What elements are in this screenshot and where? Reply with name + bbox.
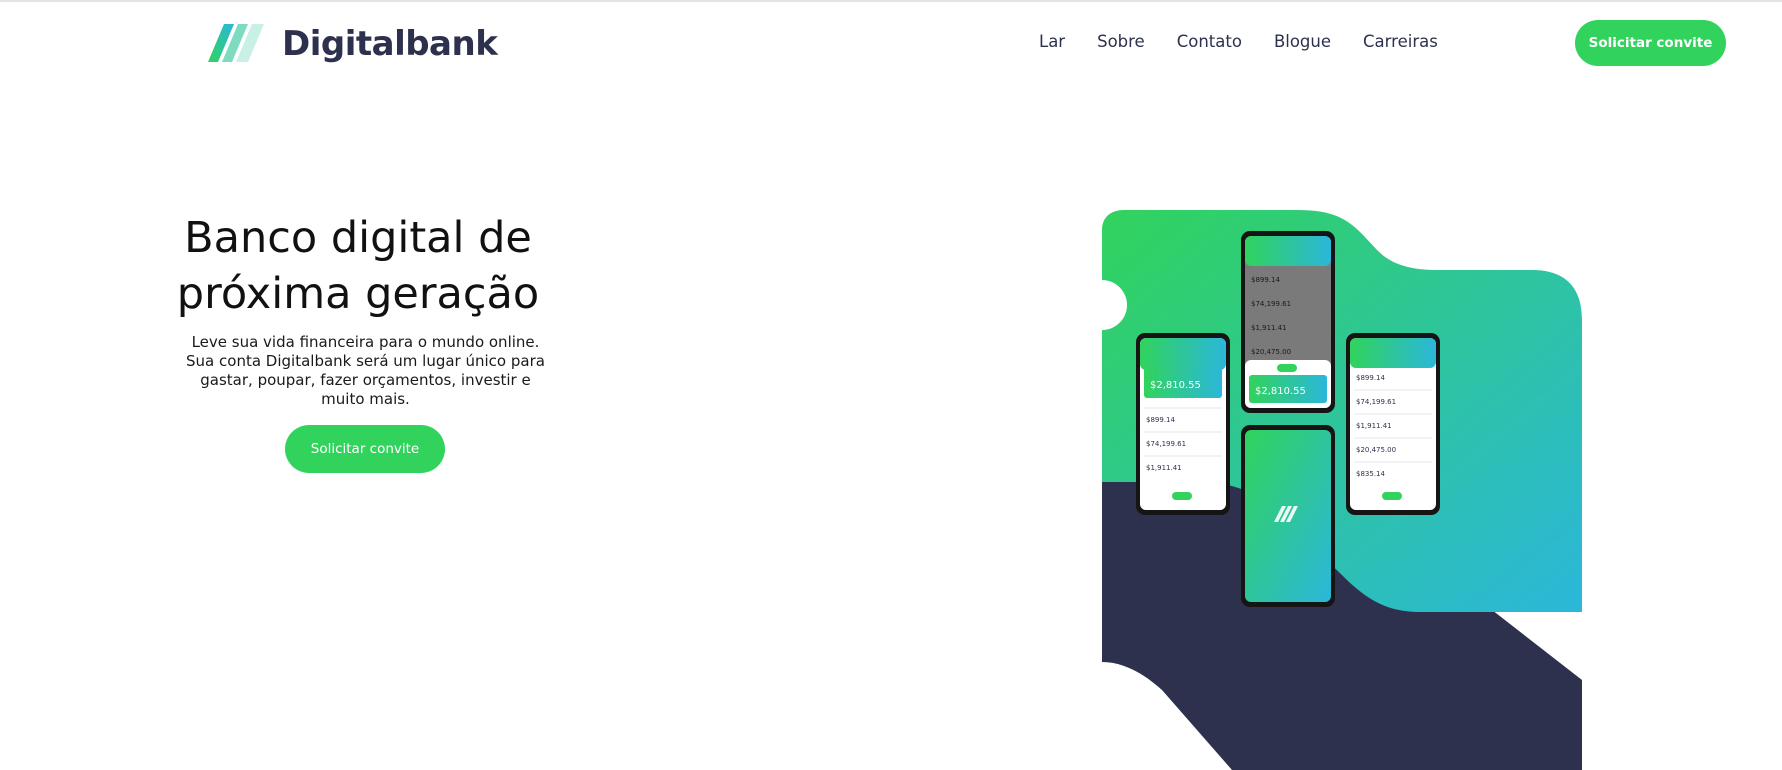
site-header: Digitalbank Lar Sobre Contato Blogue Car…: [0, 2, 1782, 86]
svg-text:$899.14: $899.14: [1356, 374, 1385, 382]
logo-text: Digitalbank: [282, 24, 498, 64]
phone-right: $899.14 $74,199.61 $1,911.41 $20,475.00 …: [1346, 333, 1440, 515]
nav-item-blogue[interactable]: Blogue: [1274, 32, 1331, 51]
svg-text:$1,911.41: $1,911.41: [1146, 464, 1182, 472]
svg-text:$74,199.61: $74,199.61: [1146, 440, 1186, 448]
svg-text:$74,199.61: $74,199.61: [1356, 398, 1396, 406]
main-nav: Lar Sobre Contato Blogue Carreiras: [1039, 32, 1470, 51]
hero-description: Leve sua vida financeira para o mundo on…: [186, 333, 545, 408]
svg-text:$2,810.55: $2,810.55: [1255, 386, 1306, 397]
phone-left: $2,810.55 $899.14 $74,199.61 $1,911.41: [1136, 333, 1230, 515]
hero-title: Banco digital de próxima geração: [176, 213, 540, 319]
hero-request-invite-button[interactable]: Solicitar convite: [285, 425, 445, 473]
svg-text:$1,911.41: $1,911.41: [1251, 324, 1287, 332]
svg-text:$899.14: $899.14: [1146, 416, 1175, 424]
svg-text:$835.14: $835.14: [1356, 470, 1385, 478]
nav-item-sobre[interactable]: Sobre: [1097, 32, 1145, 51]
logo[interactable]: Digitalbank: [208, 24, 498, 64]
logo-icon: [208, 24, 264, 62]
nav-item-lar[interactable]: Lar: [1039, 32, 1065, 51]
phone-top: $899.14 $74,199.61 $1,911.41 $20,475.00 …: [1241, 231, 1335, 413]
nav-item-contato[interactable]: Contato: [1177, 32, 1242, 51]
svg-text:$2,810.55: $2,810.55: [1150, 380, 1201, 391]
phone-bottom: [1241, 425, 1335, 607]
svg-text:$899.14: $899.14: [1251, 276, 1280, 284]
svg-text:$1,911.41: $1,911.41: [1356, 422, 1392, 430]
nav-item-carreiras[interactable]: Carreiras: [1363, 32, 1438, 51]
svg-text:$20,475.00: $20,475.00: [1356, 446, 1396, 454]
phone-mockups-image: $2,810.55 $899.14 $74,199.61 $1,911.41 $…: [1102, 210, 1582, 770]
svg-text:$74,199.61: $74,199.61: [1251, 300, 1291, 308]
svg-text:$20,475.00: $20,475.00: [1251, 348, 1291, 356]
header-request-invite-button[interactable]: Solicitar convite: [1575, 20, 1726, 66]
